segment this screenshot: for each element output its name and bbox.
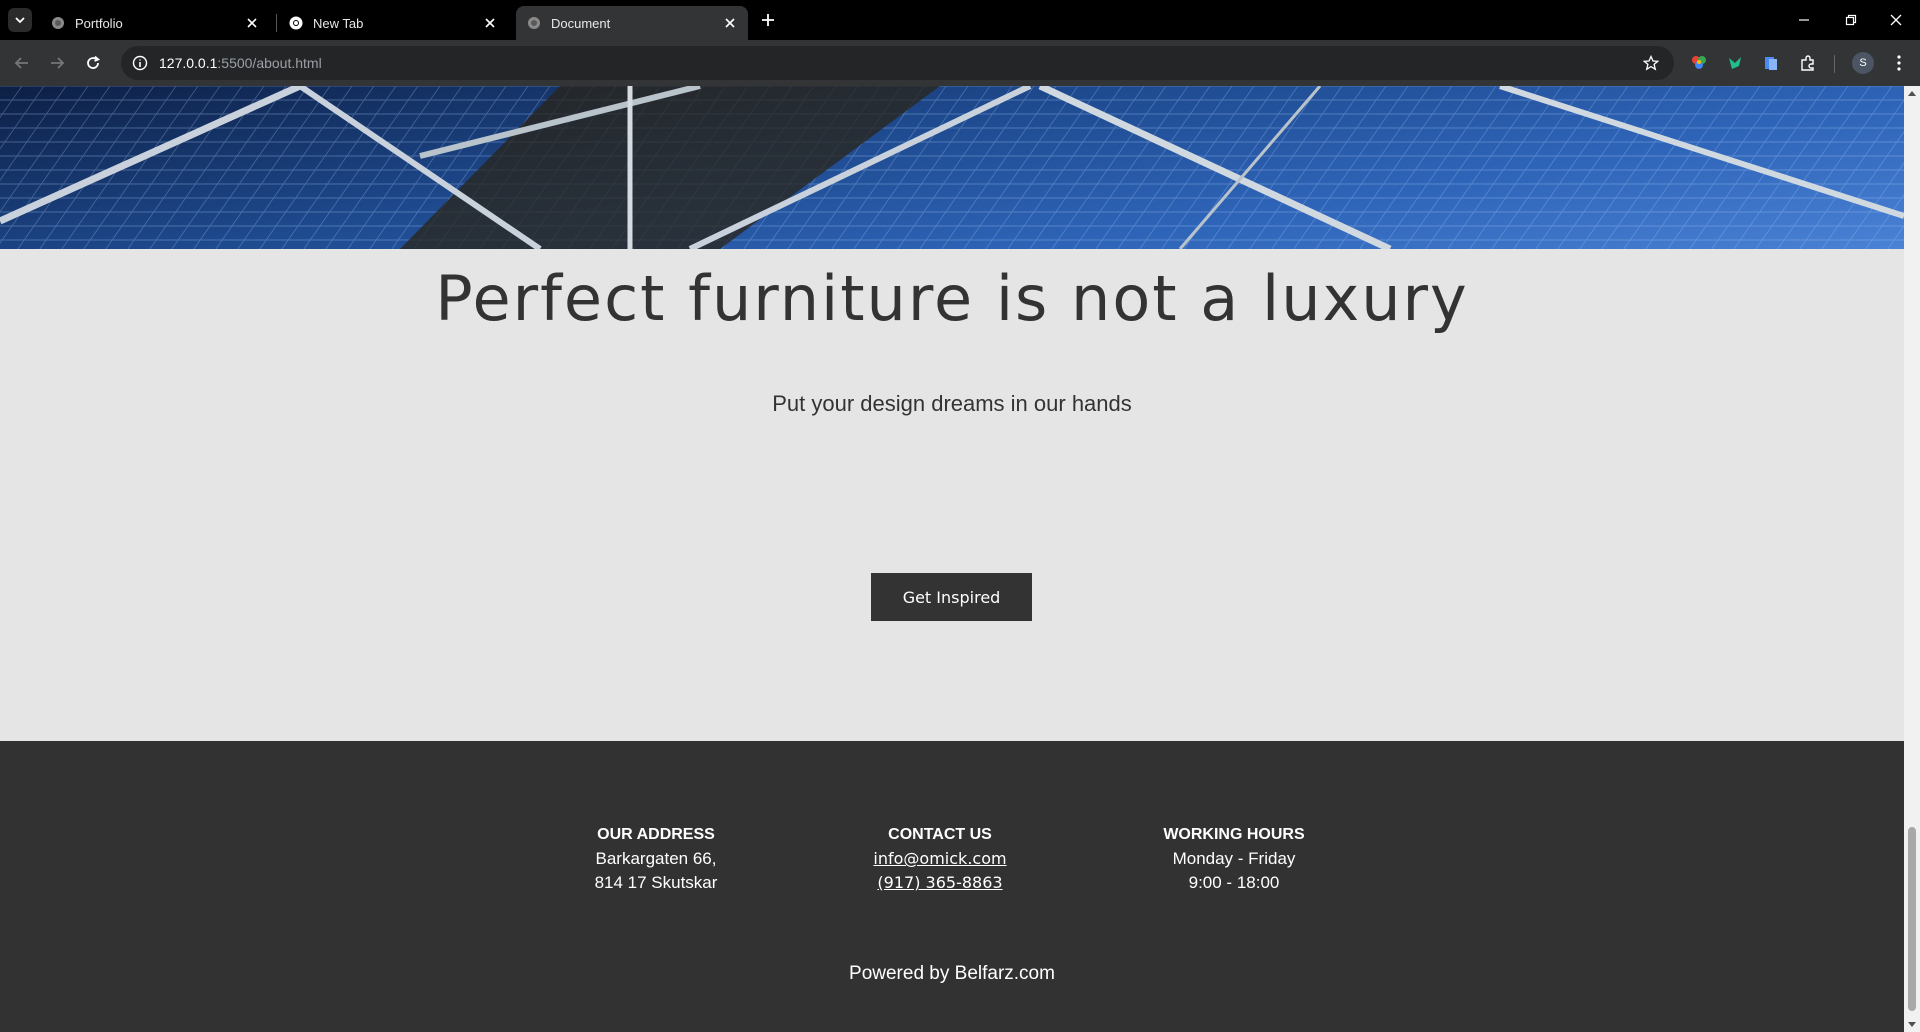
globe-icon [526,15,542,31]
close-icon[interactable] [244,15,260,31]
profile-avatar[interactable]: S [1852,52,1874,74]
tab-title: Document [551,15,611,31]
close-icon[interactable] [482,15,498,31]
bookmark-star-icon[interactable] [1642,54,1660,72]
restore-icon [1845,14,1857,26]
menu-dots-icon[interactable] [1888,52,1910,74]
cta-subtitle: Put your design dreams in our hands [772,391,1132,416]
url-host: 127.0.0.1 [159,55,218,71]
footer-contact: CONTACT US info@omick.com (917) 365-8863 [820,823,1060,895]
tab-search-button[interactable] [8,8,32,32]
footer-address: OUR ADDRESS Barkargaten 66, 814 17 Skuts… [536,823,776,895]
tab-new-tab[interactable]: New Tab [278,6,508,40]
powered-by-text: Powered by Belfarz.com [849,963,1055,984]
close-icon [1890,14,1902,26]
back-button[interactable] [10,51,34,75]
arrow-left-icon [14,57,28,69]
email-link[interactable]: info@omick.com [820,847,1060,871]
tab-title: New Tab [313,15,364,31]
address-bar[interactable]: 127.0.0.1:5500/about.html [121,46,1674,80]
new-tab-button[interactable] [758,10,778,30]
tab-portfolio[interactable]: Portfolio [40,6,270,40]
reload-button[interactable] [81,51,105,75]
plus-icon [762,14,774,26]
url-text: 127.0.0.1:5500/about.html [159,55,322,71]
contact-heading: CONTACT US [888,826,992,843]
scroll-down-arrow-icon[interactable] [1904,1018,1920,1032]
hours-heading: WORKING HOURS [1163,826,1305,843]
url-path: :5500/about.html [217,55,322,71]
get-inspired-button[interactable]: Get Inspired [871,573,1032,621]
solar-panels-image [0,86,1904,249]
address-line-2: 814 17 Skutskar [594,873,718,892]
footer-hours: WORKING HOURS Monday - Friday 9:00 - 18:… [1114,823,1354,895]
reload-icon [87,55,101,69]
forward-button[interactable] [45,51,69,75]
browser-toolbar: 127.0.0.1:5500/about.html [0,40,1920,86]
color-picker-extension-icon[interactable] [1688,52,1710,74]
document-extension-icon[interactable] [1760,52,1782,74]
tab-divider [276,14,277,32]
hours-days: Monday - Friday [1172,849,1296,868]
info-icon[interactable] [131,54,149,72]
address-line-1: Barkargaten 66, [595,849,717,868]
footer: OUR ADDRESS Barkargaten 66, 814 17 Skuts… [0,741,1904,1032]
close-icon[interactable] [722,15,738,31]
cta-title: Perfect furniture is not a luxury [435,262,1469,335]
chrome-icon [288,15,304,31]
tab-title: Portfolio [75,15,123,31]
bird-extension-icon[interactable] [1724,52,1746,74]
minimize-icon [1799,19,1809,21]
scrollbar-thumb[interactable] [1908,827,1916,1011]
arrow-right-icon [51,57,65,69]
page-viewport: Perfect furniture is not a luxury Put yo… [0,86,1904,1032]
minimize-button[interactable] [1792,8,1816,32]
close-window-button[interactable] [1884,8,1908,32]
address-heading: OUR ADDRESS [597,826,715,843]
restore-button[interactable] [1839,8,1863,32]
tab-document[interactable]: Document [516,6,748,40]
chevron-down-icon [15,17,25,24]
vertical-scrollbar[interactable] [1904,86,1920,1032]
tab-strip: Portfolio New Tab Document [0,0,1920,40]
phone-link[interactable]: (917) 365-8863 [820,871,1060,895]
toolbar-divider [1834,55,1835,73]
extensions-puzzle-icon[interactable] [1797,52,1819,74]
globe-icon [50,15,66,31]
scroll-up-arrow-icon[interactable] [1904,86,1920,100]
hours-time: 9:00 - 18:00 [1188,873,1280,892]
